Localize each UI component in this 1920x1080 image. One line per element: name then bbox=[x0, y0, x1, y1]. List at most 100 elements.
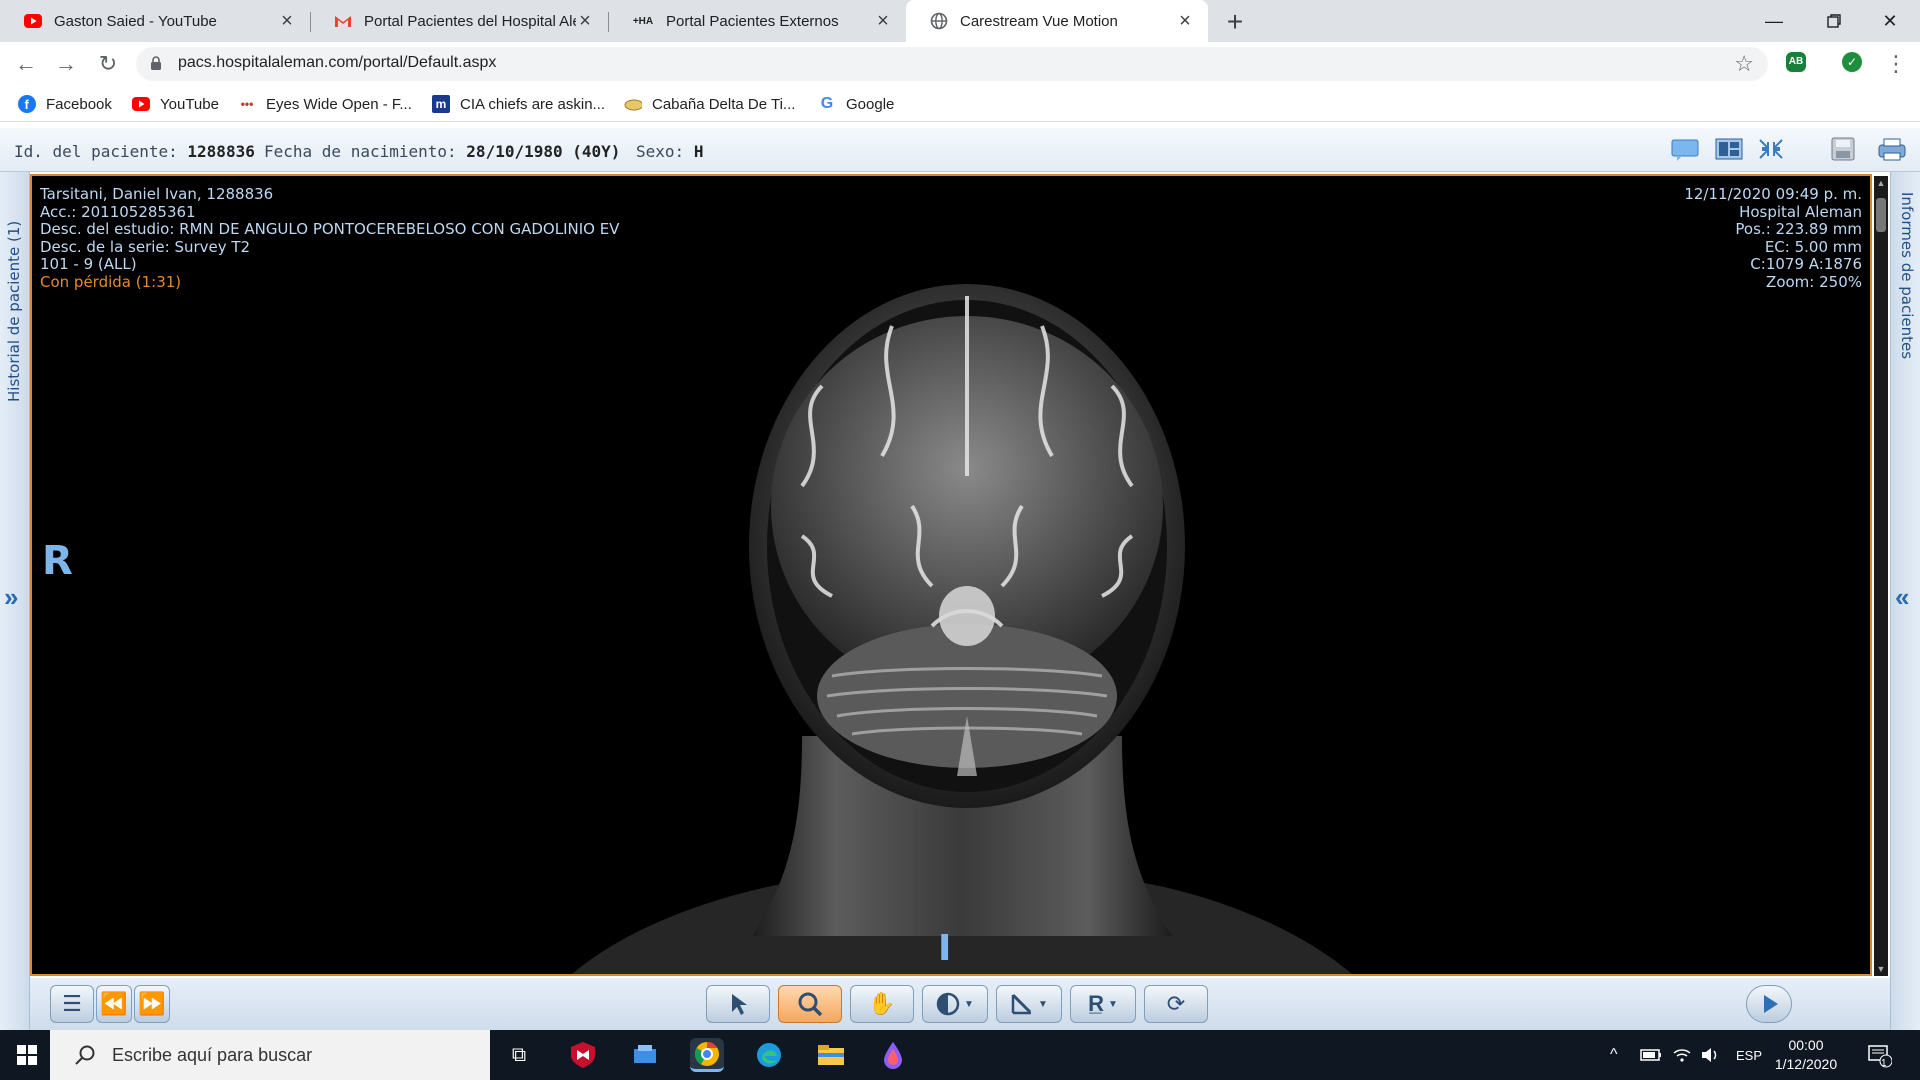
scroll-thumb[interactable] bbox=[1876, 198, 1886, 232]
notification-center-icon[interactable]: 1 bbox=[1866, 1030, 1892, 1080]
close-window-icon[interactable]: ✕ bbox=[1862, 0, 1918, 42]
bookmark-cabana[interactable]: Cabaña Delta De Ti... bbox=[624, 94, 795, 114]
scroll-down-icon[interactable]: ▼ bbox=[1876, 964, 1886, 974]
patient-dob-value: 28/10/1980 (40Y) bbox=[466, 142, 621, 161]
series-list-button[interactable]: ☰ bbox=[50, 985, 94, 1023]
overlay-series-desc: Desc. de la serie: Survey T2 bbox=[40, 237, 251, 256]
patient-info-bar: Id. del paciente: 1288836 Fecha de nacim… bbox=[0, 128, 1920, 172]
address-bar[interactable]: pacs.hospitalaleman.com/portal/Default.a… bbox=[136, 47, 1768, 81]
reload-button[interactable]: ↻ bbox=[94, 50, 122, 78]
tab-title: Portal Pacientes del Hospital Alem bbox=[364, 12, 576, 30]
browser-tab-strip: Gaston Saied - YouTube × Portal Paciente… bbox=[0, 0, 1920, 42]
print-icon[interactable] bbox=[1876, 136, 1906, 162]
pan-tool-button[interactable]: ✋ bbox=[850, 985, 914, 1023]
windows-logo-icon bbox=[17, 1045, 37, 1065]
battery-icon[interactable] bbox=[1640, 1030, 1662, 1080]
previous-series-button[interactable]: ⏪ bbox=[96, 985, 132, 1023]
paint-3d-icon[interactable] bbox=[876, 1038, 910, 1072]
new-tab-button[interactable]: + bbox=[1220, 6, 1250, 38]
overlay-datetime: 12/11/2020 09:49 p. m. bbox=[1684, 185, 1862, 203]
forward-button[interactable]: → bbox=[52, 50, 80, 78]
globe-icon bbox=[930, 12, 948, 30]
patient-history-label: Historial de paciente (1) bbox=[5, 220, 23, 402]
cine-play-button[interactable] bbox=[1746, 985, 1792, 1023]
patient-reports-panel-toggle[interactable]: Informes de pacientes « bbox=[1890, 172, 1920, 1030]
expand-right-icon[interactable]: » bbox=[4, 582, 18, 613]
volume-icon[interactable] bbox=[1700, 1030, 1720, 1080]
tab-youtube[interactable]: Gaston Saied - YouTube × bbox=[0, 0, 310, 42]
shield-extension-icon[interactable]: ✓ bbox=[1842, 52, 1862, 72]
bookmark-label: Facebook bbox=[46, 95, 112, 113]
edge-icon[interactable] bbox=[752, 1038, 786, 1072]
tab-title: Gaston Saied - YouTube bbox=[54, 12, 217, 30]
collapse-icon[interactable] bbox=[1756, 136, 1786, 162]
minimize-icon[interactable]: — bbox=[1746, 0, 1802, 42]
viewer-toolbar: ☰ ⏪ ⏩ ✋ ▼ ▼ R̲ ▼ ⟳ bbox=[30, 978, 1890, 1030]
annotation-tool-button[interactable]: R̲ ▼ bbox=[1070, 985, 1136, 1023]
next-series-button[interactable]: ⏩ bbox=[134, 985, 170, 1023]
language-indicator[interactable]: ESP bbox=[1736, 1030, 1762, 1080]
wifi-icon[interactable] bbox=[1672, 1030, 1692, 1080]
comment-icon[interactable] bbox=[1670, 136, 1700, 162]
expand-left-icon[interactable]: « bbox=[1895, 582, 1909, 613]
rewind-icon: ⏪ bbox=[100, 991, 128, 1016]
bookmark-label: YouTube bbox=[160, 95, 219, 113]
close-tab-icon[interactable]: × bbox=[874, 11, 892, 31]
scroll-up-icon[interactable]: ▲ bbox=[1876, 178, 1886, 188]
overlay-zoom: Zoom: 250% bbox=[1766, 272, 1862, 291]
overlay-lossy-warning: Con pérdida (1:31) bbox=[40, 272, 182, 291]
bookmark-youtube[interactable]: YouTube bbox=[132, 94, 219, 114]
chrome-icon[interactable] bbox=[690, 1038, 724, 1072]
bookmark-star-icon[interactable]: ☆ bbox=[1734, 51, 1754, 77]
tab-portal-pacientes[interactable]: Portal Pacientes del Hospital Alem × bbox=[310, 0, 608, 42]
bookmark-eyes-wide-open[interactable]: ••• Eyes Wide Open - F... bbox=[238, 94, 412, 114]
bookmarks-bar: f Facebook YouTube ••• Eyes Wide Open - … bbox=[0, 86, 1920, 122]
patient-history-panel-toggle[interactable]: Historial de paciente (1) » bbox=[0, 172, 30, 1030]
close-tab-icon[interactable]: × bbox=[576, 11, 594, 31]
bookmark-facebook[interactable]: f Facebook bbox=[18, 94, 112, 114]
mcafee-icon[interactable] bbox=[566, 1038, 600, 1072]
patient-dob-label: Fecha de nacimiento: bbox=[264, 142, 457, 161]
save-icon[interactable] bbox=[1828, 136, 1858, 162]
system-clock[interactable]: 00:00 1/12/2020 bbox=[1766, 1036, 1846, 1074]
list-icon: ☰ bbox=[62, 991, 82, 1016]
contrast-icon bbox=[936, 992, 960, 1016]
overlay-position: Pos.: 223.89 mm bbox=[1735, 220, 1862, 238]
bookmark-google[interactable]: G Google bbox=[818, 94, 895, 114]
window-level-tool-button[interactable]: ▼ bbox=[922, 985, 988, 1023]
select-tool-button[interactable] bbox=[706, 985, 770, 1023]
measure-tool-button[interactable]: ▼ bbox=[996, 985, 1062, 1023]
layout-icon[interactable] bbox=[1714, 136, 1744, 162]
store-icon[interactable] bbox=[628, 1038, 662, 1072]
back-button[interactable]: ← bbox=[12, 50, 40, 78]
windows-start-button[interactable] bbox=[10, 1038, 44, 1072]
task-view-icon[interactable]: ⧉ bbox=[502, 1038, 536, 1072]
orientation-marker-bottom: I bbox=[938, 928, 952, 969]
play-icon bbox=[1764, 995, 1778, 1013]
bookmark-cia[interactable]: m CIA chiefs are askin... bbox=[432, 94, 605, 114]
refresh-icon: ⟳ bbox=[1166, 991, 1186, 1016]
overlay-patient-name: Tarsitani, Daniel Ivan, 1288836 bbox=[40, 185, 274, 203]
overlay-slice-thickness: EC: 5.00 mm bbox=[1764, 237, 1862, 256]
browser-toolbar: ← → ↻ pacs.hospitalaleman.com/portal/Def… bbox=[0, 42, 1920, 86]
viewer-scrollbar[interactable]: ▲ ▼ bbox=[1874, 176, 1888, 976]
pointer-icon bbox=[732, 994, 747, 1015]
image-viewport[interactable]: Tarsitani, Daniel Ivan, 1288836 Acc.: 20… bbox=[30, 174, 1872, 976]
windows-taskbar: Escribe aquí para buscar ⧉ ^ ESP 00:00 1… bbox=[0, 1030, 1920, 1080]
tab-carestream[interactable]: Carestream Vue Motion × bbox=[906, 0, 1208, 42]
adblock-extension-icon[interactable]: AB bbox=[1786, 52, 1806, 72]
gmail-icon bbox=[334, 12, 352, 30]
reset-button[interactable]: ⟳ bbox=[1144, 985, 1208, 1023]
google-icon: G bbox=[820, 95, 834, 112]
show-hidden-icons[interactable]: ^ bbox=[1610, 1030, 1618, 1080]
restore-icon[interactable] bbox=[1806, 0, 1862, 42]
close-tab-icon[interactable]: × bbox=[278, 11, 296, 31]
file-explorer-icon[interactable] bbox=[814, 1038, 848, 1072]
close-tab-icon[interactable]: × bbox=[1176, 11, 1194, 31]
taskbar-search-box[interactable]: Escribe aquí para buscar bbox=[50, 1030, 490, 1080]
dropdown-arrow-icon: ▼ bbox=[1038, 998, 1048, 1010]
zoom-tool-button[interactable] bbox=[778, 985, 842, 1023]
tab-portal-externos[interactable]: +HA Portal Pacientes Externos × bbox=[608, 0, 906, 42]
menu-kebab-icon[interactable]: ⋮ bbox=[1882, 50, 1910, 78]
patient-id-value: 1288836 bbox=[187, 142, 255, 161]
